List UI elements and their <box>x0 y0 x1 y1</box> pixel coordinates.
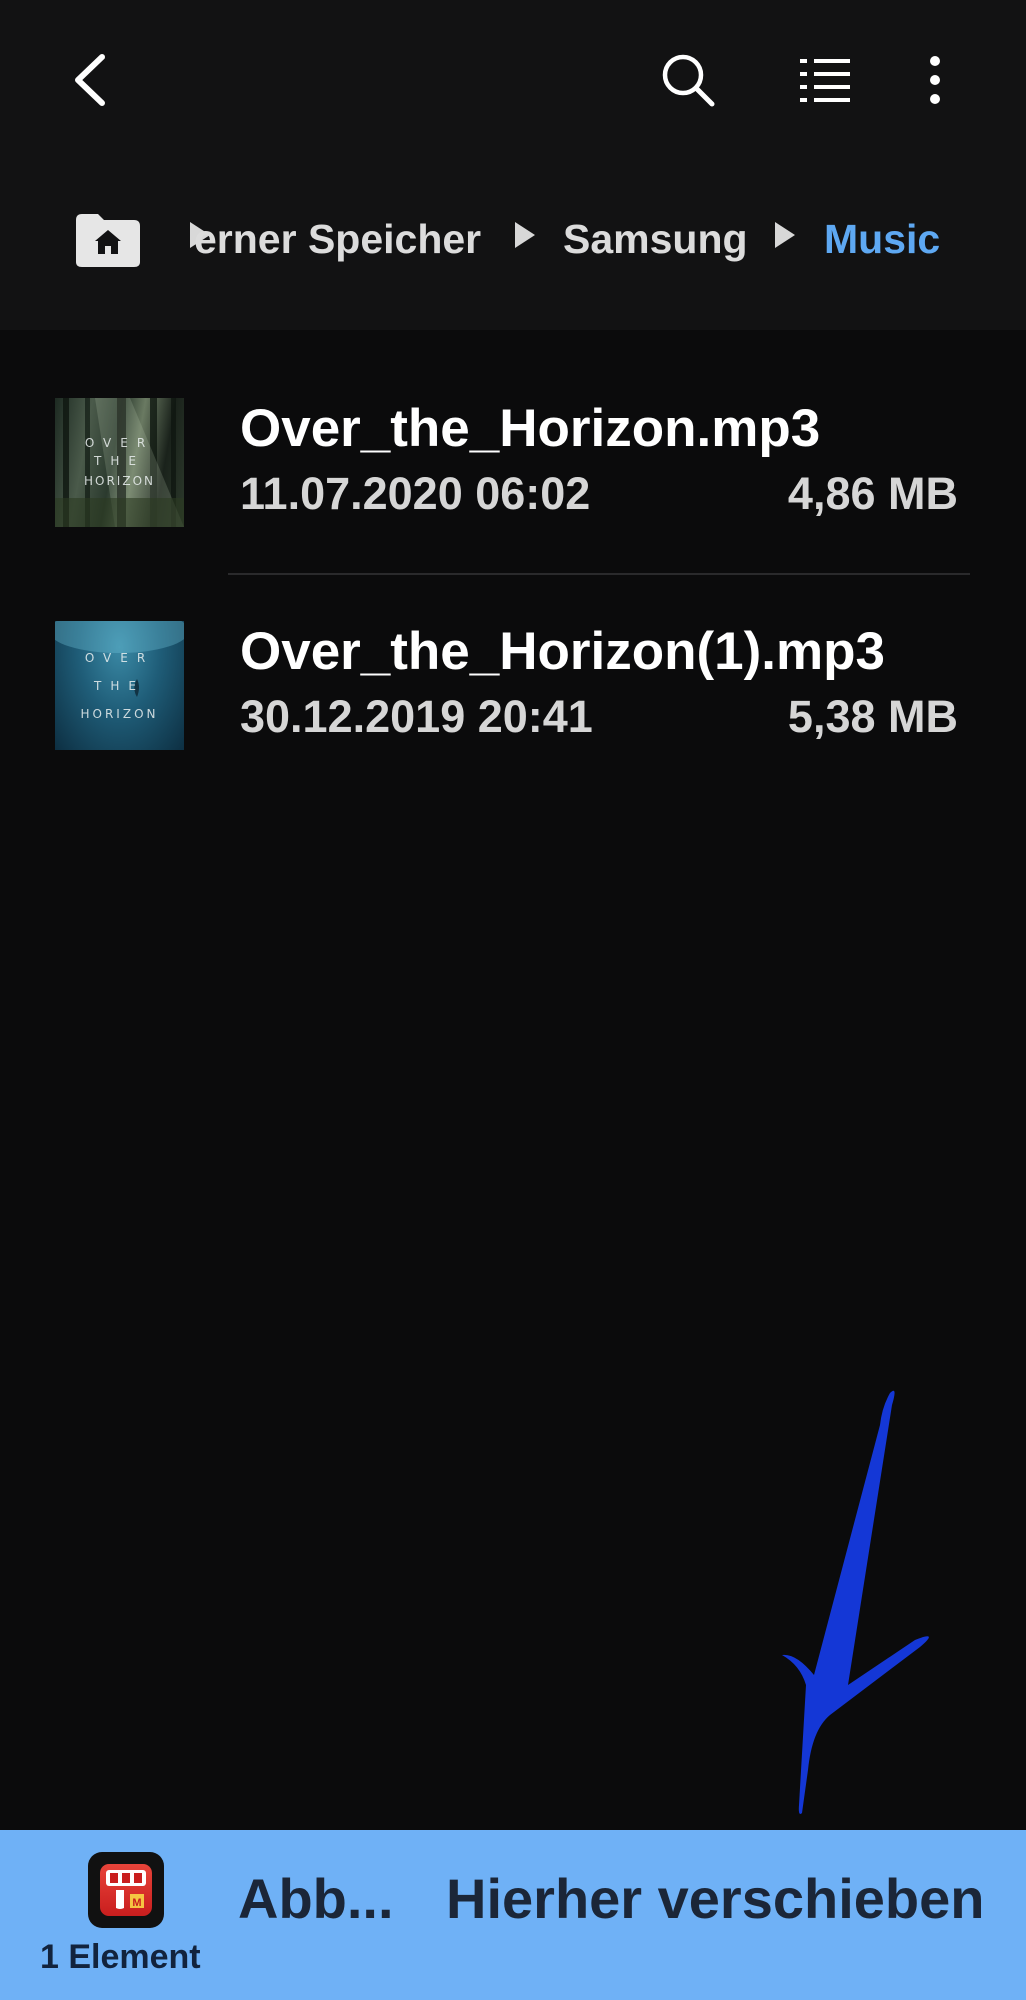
more-options-icon <box>930 56 940 104</box>
move-action-bar: M 1 Element Abb... Hierher verschieben <box>0 1830 1026 2000</box>
breadcrumb-item-internal-storage[interactable]: erner Speicher <box>194 214 481 264</box>
album-art-thumbnail: OVER THE HORIZON <box>55 621 184 750</box>
thumbnail-title-line: THE <box>94 454 145 468</box>
app-bar: erner Speicher Samsung Music <box>0 0 1026 330</box>
breadcrumb-separator-icon <box>775 222 795 248</box>
list-divider <box>228 573 970 575</box>
thumbnail-title-line: OVER <box>84 651 155 665</box>
file-size: 4,86 MB <box>787 468 958 519</box>
file-row[interactable]: OVER THE HORIZON Over_the_Horizon.mp3 11… <box>0 370 1026 575</box>
search-button[interactable] <box>650 40 725 120</box>
tubemate-logo: M <box>100 1864 152 1916</box>
handwritten-check-mark <box>782 1390 929 1814</box>
breadcrumb: erner Speicher Samsung Music <box>0 200 1026 280</box>
search-icon <box>662 54 714 107</box>
list-view-icon <box>800 59 850 102</box>
thumbnail-title-line: THE <box>94 679 145 693</box>
breadcrumb-item-music[interactable]: Music <box>824 214 940 264</box>
file-size: 5,38 MB <box>787 691 958 742</box>
tubemate-app-icon: M <box>88 1852 164 1928</box>
breadcrumb-item-samsung[interactable]: Samsung <box>563 214 748 264</box>
more-options-button[interactable] <box>900 40 970 120</box>
breadcrumb-separator-icon <box>515 222 535 248</box>
file-row[interactable]: OVER THE HORIZON Over_the_Horizon(1).mp3… <box>0 593 1026 793</box>
thumbnail-title-line: OVER <box>84 436 155 450</box>
cancel-button[interactable]: Abb... <box>238 1866 394 1931</box>
album-art-thumbnail: OVER THE HORIZON <box>55 398 184 527</box>
home-folder-icon <box>76 214 140 267</box>
thumbnail-title-line: HORIZON <box>80 707 159 721</box>
thumbnail-title-line: HORIZON <box>84 474 155 488</box>
move-here-button[interactable]: Hierher verschieben <box>446 1866 984 1931</box>
tubemate-logo-image: M <box>106 1870 146 1909</box>
file-date: 11.07.2020 06:02 <box>240 468 591 519</box>
element-count-label: 1 Element <box>40 1938 201 1976</box>
file-date: 30.12.2019 20:41 <box>240 691 593 742</box>
back-button[interactable] <box>55 40 125 120</box>
list-view-button[interactable] <box>790 40 860 120</box>
home-folder-button[interactable] <box>74 210 142 268</box>
back-icon <box>75 54 105 106</box>
file-name: Over_the_Horizon(1).mp3 <box>240 622 885 681</box>
file-name: Over_the_Horizon.mp3 <box>240 399 821 458</box>
svg-text:M: M <box>132 1897 141 1909</box>
